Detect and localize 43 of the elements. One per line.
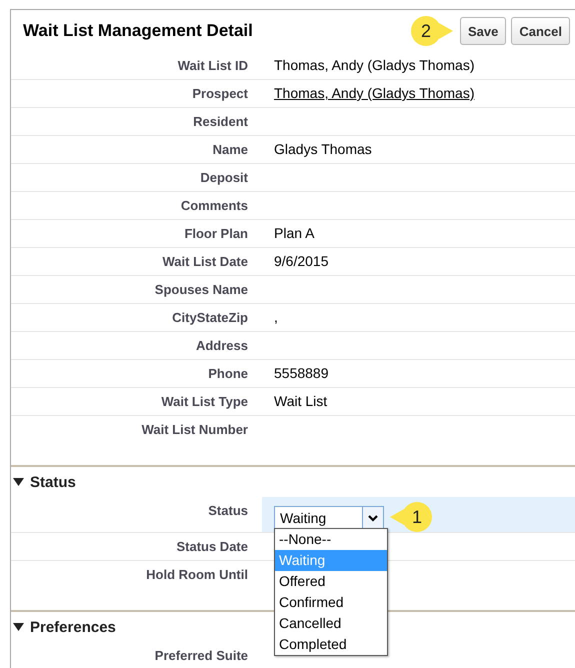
field-value: Thomas, Andy (Gladys Thomas) bbox=[274, 57, 474, 73]
field-value: 9/6/2015 bbox=[274, 253, 328, 269]
section-title: Preferences bbox=[30, 618, 116, 636]
callout-number: 1 bbox=[390, 502, 432, 532]
field-label: Name bbox=[212, 141, 248, 159]
collapse-triangle-icon[interactable] bbox=[13, 622, 24, 632]
field-label: Wait List Date bbox=[162, 253, 248, 271]
field-label: Resident bbox=[192, 113, 248, 131]
field-value: Gladys Thomas bbox=[274, 141, 372, 157]
field-label: CityStateZip bbox=[171, 309, 248, 327]
callout-pointer-icon bbox=[438, 23, 453, 39]
field-value: Plan A bbox=[274, 225, 314, 241]
field-label: Deposit bbox=[199, 169, 248, 187]
field-label: Wait List ID bbox=[176, 57, 248, 75]
field-label: Phone bbox=[207, 365, 248, 383]
caret-icon bbox=[362, 506, 383, 528]
section-title: Status bbox=[30, 474, 76, 490]
status-select[interactable]: Waiting bbox=[274, 506, 384, 530]
field-label: Wait List Number bbox=[140, 421, 248, 439]
dropdown-option[interactable]: Offered bbox=[275, 571, 387, 592]
field-label: Status Date bbox=[175, 538, 248, 556]
prospect-link[interactable]: Thomas, Andy (Gladys Thomas) bbox=[274, 85, 474, 101]
callout-number: 2 bbox=[410, 16, 453, 46]
dropdown-option[interactable]: --None-- bbox=[275, 529, 387, 550]
dropdown-option[interactable]: Completed bbox=[275, 634, 387, 655]
field-label: Comments bbox=[180, 197, 248, 215]
field-value: Wait List bbox=[274, 393, 328, 409]
dropdown-option[interactable]: Cancelled bbox=[275, 613, 387, 634]
dropdown-option[interactable]: Confirmed bbox=[275, 592, 387, 613]
field-value: , bbox=[274, 309, 278, 325]
field-value: 5558889 bbox=[274, 365, 329, 381]
field-label: Prospect bbox=[191, 85, 248, 103]
field-label: Wait List Type bbox=[160, 393, 248, 411]
field-label: Spouses Name bbox=[154, 281, 248, 299]
field-label: Address bbox=[194, 337, 248, 355]
collapse-triangle-icon[interactable] bbox=[13, 477, 24, 487]
cancel-button[interactable]: Cancel bbox=[511, 17, 570, 45]
field-label: Preferred Suite bbox=[154, 647, 248, 665]
field-label: Status bbox=[207, 502, 248, 520]
save-button[interactable]: Save bbox=[460, 17, 506, 45]
field-label: Floor Plan bbox=[183, 225, 248, 243]
field-label: Hold Room Until bbox=[145, 566, 248, 584]
page-title: Wait List Management Detail bbox=[23, 21, 254, 41]
